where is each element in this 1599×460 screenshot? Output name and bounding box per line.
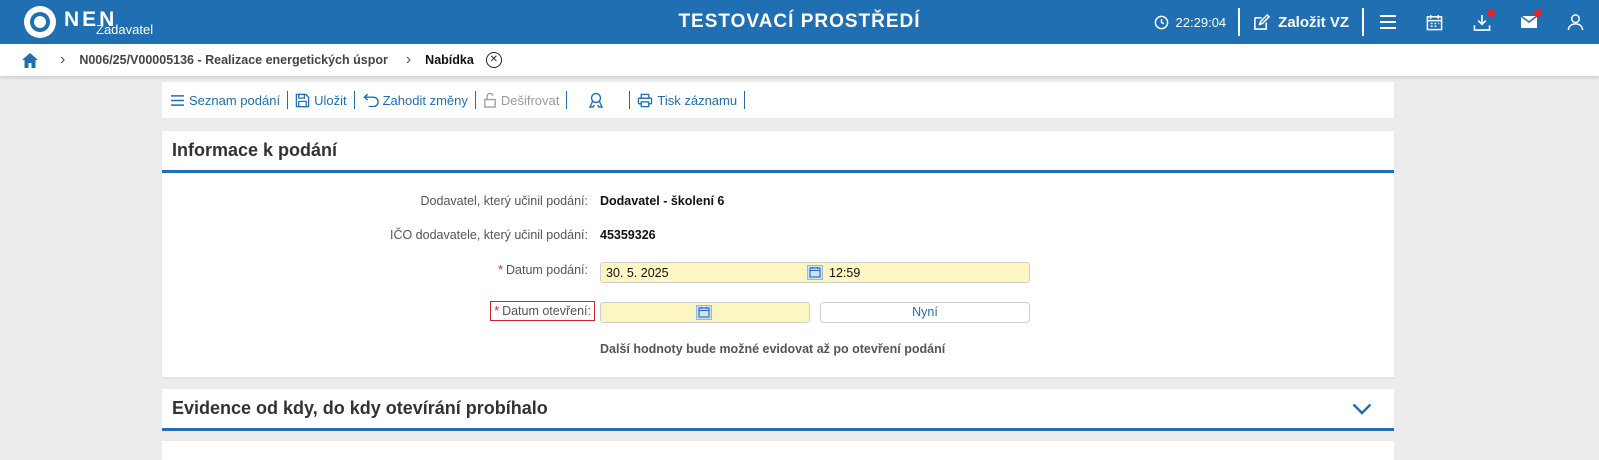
date-open-label-text: Datum otevření: bbox=[502, 304, 591, 318]
session-clock: 22:29:04 bbox=[1154, 14, 1227, 30]
divider bbox=[474, 91, 476, 109]
required-mark: * bbox=[498, 263, 503, 277]
date-open-label: * Datum otevření: bbox=[490, 301, 595, 321]
calendar-icon[interactable] bbox=[807, 264, 823, 280]
panel-title: Informace k podání bbox=[162, 131, 1394, 173]
date-open-row: * Datum otevření: Nyní bbox=[162, 301, 1394, 323]
calendar-button[interactable] bbox=[1411, 0, 1458, 44]
save-label: Uložit bbox=[314, 92, 347, 108]
certificate-button[interactable] bbox=[588, 92, 608, 108]
mail-icon bbox=[1520, 15, 1537, 28]
messages-button[interactable] bbox=[1505, 0, 1552, 44]
create-tender-button[interactable]: Založit VZ bbox=[1240, 13, 1362, 31]
opening-evidence-panel: Evidence od kdy, do kdy otevírání probíh… bbox=[162, 389, 1394, 431]
submission-info-panel: Informace k podání Dodavatel, který učin… bbox=[162, 131, 1394, 377]
ico-value: 45359326 bbox=[600, 228, 656, 242]
calendar-icon bbox=[1426, 14, 1443, 30]
user-icon bbox=[1567, 14, 1584, 31]
save-button[interactable]: Uložit bbox=[295, 93, 347, 108]
notification-dot bbox=[1534, 9, 1542, 17]
supplier-value: Dodavatel - školení 6 bbox=[600, 194, 725, 208]
date-submit-row: * Datum podání: 30. 5. 2025 12:59 bbox=[162, 261, 1394, 283]
supplier-label: Dodavatel, který učinil podání: bbox=[420, 194, 588, 208]
divider bbox=[629, 91, 631, 109]
panel-title[interactable]: Evidence od kdy, do kdy otevírání probíh… bbox=[162, 389, 1394, 431]
divider bbox=[287, 91, 289, 109]
date-submit-field[interactable]: 30. 5. 2025 12:59 bbox=[600, 261, 1030, 283]
discard-changes-button[interactable]: Zahodit změny bbox=[362, 93, 468, 108]
clock-icon bbox=[1154, 15, 1168, 29]
date-submit-label: * Datum podání: bbox=[498, 263, 588, 277]
divider bbox=[566, 91, 568, 109]
chevron-right-icon: › bbox=[60, 51, 66, 68]
opening-evidence-title: Evidence od kdy, do kdy otevírání probíh… bbox=[172, 398, 548, 418]
menu-button[interactable] bbox=[1364, 0, 1411, 44]
unlock-icon bbox=[484, 92, 496, 108]
close-tab-icon[interactable]: ✕ bbox=[485, 52, 502, 68]
list-submissions-button[interactable]: Seznam podání bbox=[170, 93, 280, 108]
print-record-button[interactable]: Tisk záznamu bbox=[637, 93, 737, 108]
print-record-label: Tisk záznamu bbox=[657, 92, 738, 108]
ico-label: IČO dodavatele, který učinil podání: bbox=[389, 228, 588, 242]
edit-icon bbox=[1254, 13, 1271, 30]
logo-subtitle: Zadavatel bbox=[96, 22, 154, 37]
breadcrumb-current: Nabídka bbox=[425, 53, 474, 67]
user-button[interactable] bbox=[1552, 0, 1599, 44]
date-submit-value: 30. 5. 2025 bbox=[606, 265, 669, 280]
award-icon bbox=[589, 92, 604, 108]
ico-row: IČO dodavatele, který učinil podání: 453… bbox=[162, 227, 1394, 243]
list-submissions-label: Seznam podání bbox=[189, 92, 281, 108]
logo-icon bbox=[24, 6, 56, 38]
breadcrumb: › N006/25/V00005136 - Realizace energeti… bbox=[0, 44, 1599, 76]
top-bar: NEN Zadavatel TESTOVACÍ PROSTŘEDÍ 22:29:… bbox=[0, 0, 1599, 44]
breadcrumb-tender-link[interactable]: N006/25/V00005136 - Realizace energetick… bbox=[79, 53, 388, 67]
menu-icon bbox=[1379, 15, 1396, 29]
undo-icon bbox=[362, 93, 379, 107]
date-submit-label-text: Datum podání: bbox=[506, 263, 588, 277]
required-mark: * bbox=[494, 304, 500, 318]
chevron-right-icon: › bbox=[405, 51, 412, 68]
decrypt-button[interactable]: Dešifrovat bbox=[483, 92, 560, 108]
date-open-field[interactable] bbox=[600, 301, 810, 323]
action-toolbar: Seznam podání Uložit Zahodit změny Dešif… bbox=[162, 82, 1394, 118]
divider bbox=[744, 91, 746, 109]
divider bbox=[353, 91, 355, 109]
decrypt-label: Dešifrovat bbox=[500, 92, 560, 108]
notification-dot bbox=[1487, 9, 1495, 17]
supplier-row: Dodavatel, který učinil podání: Dodavate… bbox=[162, 193, 1394, 209]
home-icon bbox=[22, 52, 38, 68]
time-submit-value: 12:59 bbox=[829, 265, 861, 280]
info-note: Další hodnoty bude možné evidovat až po … bbox=[600, 342, 946, 356]
list-icon bbox=[171, 94, 184, 106]
chevron-down-icon[interactable] bbox=[1352, 403, 1372, 415]
clock-time: 22:29:04 bbox=[1175, 14, 1227, 30]
now-button[interactable]: Nyní bbox=[820, 301, 1030, 323]
next-panel bbox=[162, 441, 1394, 460]
calendar-icon[interactable] bbox=[696, 304, 712, 320]
downloads-button[interactable] bbox=[1458, 0, 1505, 44]
discard-changes-label: Zahodit změny bbox=[382, 92, 468, 108]
home-button[interactable] bbox=[0, 52, 60, 69]
print-icon bbox=[638, 93, 653, 107]
save-icon bbox=[295, 93, 310, 107]
create-tender-label: Založit VZ bbox=[1278, 13, 1349, 31]
